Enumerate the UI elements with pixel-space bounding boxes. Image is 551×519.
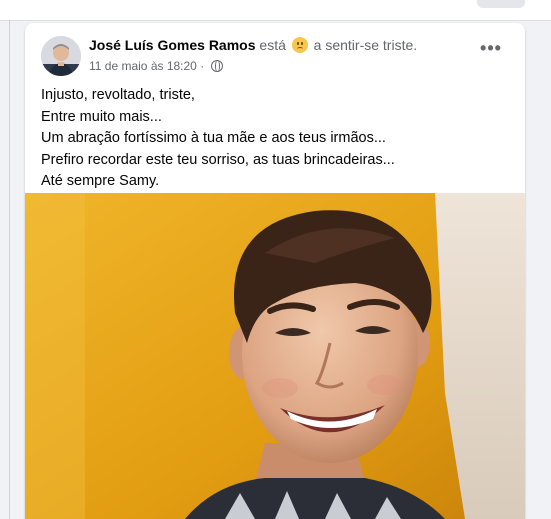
author-line: José Luís Gomes Ramos está a sentir-se t… [89,37,417,53]
post-meta: 11 de maio às 18:20 · [89,59,223,73]
post-text-line: Entre muito mais... [41,108,162,125]
post-card: José Luís Gomes Ramos está a sentir-se t… [25,23,525,519]
globe-icon[interactable] [210,60,223,72]
sad-emoji-icon [291,37,308,53]
top-navigation-bar [0,0,551,21]
more-options-icon[interactable]: ••• [475,39,507,63]
feeling-text[interactable]: a sentir-se triste. [314,37,417,53]
author-name[interactable]: José Luís Gomes Ramos [89,37,256,53]
post-photo[interactable] [25,193,525,519]
avatar[interactable] [41,36,81,76]
feeling-prefix: está [259,37,286,53]
meta-separator: · [200,59,205,73]
left-divider [9,20,10,519]
smiling-teen-selfie-photo [25,193,525,519]
post-text-line: Prefiro recordar este teu sorriso, as tu… [41,151,395,168]
post-text: Injusto, revoltado, triste, Entre muito … [41,85,511,193]
post-timestamp[interactable]: 11 de maio às 18:20 [89,59,197,73]
top-bar-button[interactable] [477,0,525,8]
avatar-image [41,36,81,76]
post-text-line: Injusto, revoltado, triste, [41,87,195,103]
post-text-line: Um abração fortíssimo à tua mãe e aos te… [41,130,386,146]
post-text-line: Até sempre Samy. [41,173,160,189]
